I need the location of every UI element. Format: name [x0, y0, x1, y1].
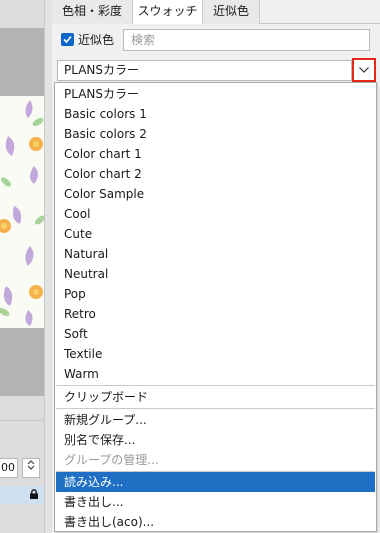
- panel-splitter[interactable]: [44, 0, 52, 533]
- approx-color-checkbox[interactable]: [61, 33, 74, 46]
- dropdown-toggle-button[interactable]: [352, 58, 376, 82]
- menu-item-import[interactable]: 読み込み...: [56, 472, 375, 492]
- menu-item-natural[interactable]: Natural: [56, 244, 375, 264]
- canvas-area: 00: [0, 0, 44, 533]
- divider: [0, 420, 44, 421]
- menu-item-save-as[interactable]: 別名で保存...: [56, 430, 375, 450]
- menu-item-manage-groups: グループの管理...: [64, 453, 159, 467]
- menu-item-plans-color[interactable]: PLANSカラー: [56, 84, 375, 104]
- lock-icon[interactable]: [29, 489, 39, 499]
- menu-item-clipboard[interactable]: クリップボード: [56, 387, 375, 407]
- menu-item-cute[interactable]: Cute: [56, 224, 375, 244]
- menu-item-color-sample[interactable]: Color Sample: [56, 184, 375, 204]
- menu-item-soft[interactable]: Soft: [56, 324, 375, 344]
- menu-item-pop[interactable]: Pop: [56, 284, 375, 304]
- canvas-background-top: [0, 28, 44, 96]
- menu-item-new-group[interactable]: 新規グループ...: [56, 410, 375, 430]
- menu-item-color-chart-1[interactable]: Color chart 1: [56, 144, 375, 164]
- search-input[interactable]: [123, 29, 370, 51]
- menu-item-textile[interactable]: Textile: [56, 344, 375, 364]
- swatch-set-select[interactable]: PLANSカラー: [57, 60, 352, 81]
- zoom-input[interactable]: 00: [0, 458, 18, 478]
- tab-swatch[interactable]: スウォッチ: [133, 0, 203, 24]
- tab-approximate-color[interactable]: 近似色: [203, 0, 260, 24]
- chevron-updown-icon: [27, 460, 35, 470]
- tab-hue-saturation[interactable]: 色相・彩度: [52, 0, 133, 24]
- floral-pattern-canvas: [0, 96, 44, 328]
- menu-item-neutral[interactable]: Neutral: [56, 264, 375, 284]
- menu-item-export[interactable]: 書き出し...: [56, 492, 375, 512]
- menu-item-cool[interactable]: Cool: [56, 204, 375, 224]
- color-panel: 色相・彩度 スウォッチ 近似色 近似色 PLANSカラー PLANSカラー Ba…: [52, 0, 380, 533]
- menu-item-color-chart-2[interactable]: Color chart 2: [56, 164, 375, 184]
- tab-bar: 色相・彩度 スウォッチ 近似色: [52, 0, 380, 24]
- chevron-down-icon: [359, 67, 369, 73]
- zoom-stepper[interactable]: [22, 458, 40, 478]
- menu-item-export-aco[interactable]: 書き出し(aco)...: [56, 512, 375, 532]
- menu-separator: [56, 385, 375, 386]
- menu-item-warm[interactable]: Warm: [56, 364, 375, 384]
- menu-item-retro[interactable]: Retro: [56, 304, 375, 324]
- canvas-background-bottom: [0, 328, 44, 396]
- approx-color-label: 近似色: [78, 33, 115, 47]
- menu-separator: [56, 408, 375, 409]
- menu-item-basic-colors-1[interactable]: Basic colors 1: [56, 104, 375, 124]
- menu-item-basic-colors-2[interactable]: Basic colors 2: [56, 124, 375, 144]
- checkmark-icon: [63, 35, 72, 44]
- dropdown-menu: PLANSカラー Basic colors 1 Basic colors 2 C…: [54, 82, 377, 532]
